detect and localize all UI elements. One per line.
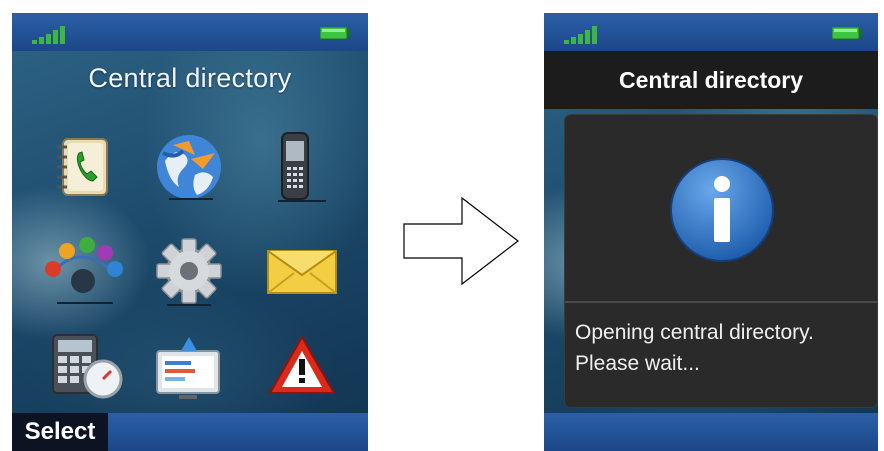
globe-icon[interactable] (143, 131, 233, 203)
settings-gear-icon[interactable] (143, 235, 233, 307)
dialog-divider (565, 301, 877, 303)
calculator-clock-icon[interactable] (39, 331, 129, 403)
soft-key-bar (544, 413, 878, 451)
arrow-right-icon (403, 196, 519, 286)
computer-screen-icon[interactable] (143, 331, 233, 403)
screen-title: Central directory (88, 63, 292, 93)
status-bar (544, 13, 878, 51)
info-dialog: Opening central directory. Please wait..… (565, 115, 877, 407)
phone-screen-loading: Central directory Opening central direct… (544, 13, 878, 451)
signal-strength-icon (564, 26, 597, 44)
network-icon[interactable] (39, 235, 129, 307)
signal-strength-icon (32, 26, 65, 44)
select-softkey[interactable]: Select (12, 413, 108, 451)
dialog-message-line2: Please wait... (575, 352, 700, 375)
phonebook-icon[interactable] (39, 131, 129, 203)
info-icon (670, 158, 774, 262)
battery-icon (832, 27, 862, 39)
phone-screen-menu: Central directory Select (12, 13, 368, 451)
handset-icon[interactable] (258, 131, 348, 203)
dialog-message: Opening central directory. Please wait..… (575, 317, 814, 379)
screen-title: Central directory (544, 51, 878, 109)
message-envelope-icon[interactable] (258, 235, 348, 307)
battery-icon (320, 27, 350, 39)
dialog-message-line1: Opening central directory. (575, 321, 814, 344)
status-bar (12, 13, 368, 51)
warning-triangle-icon[interactable] (258, 331, 348, 403)
